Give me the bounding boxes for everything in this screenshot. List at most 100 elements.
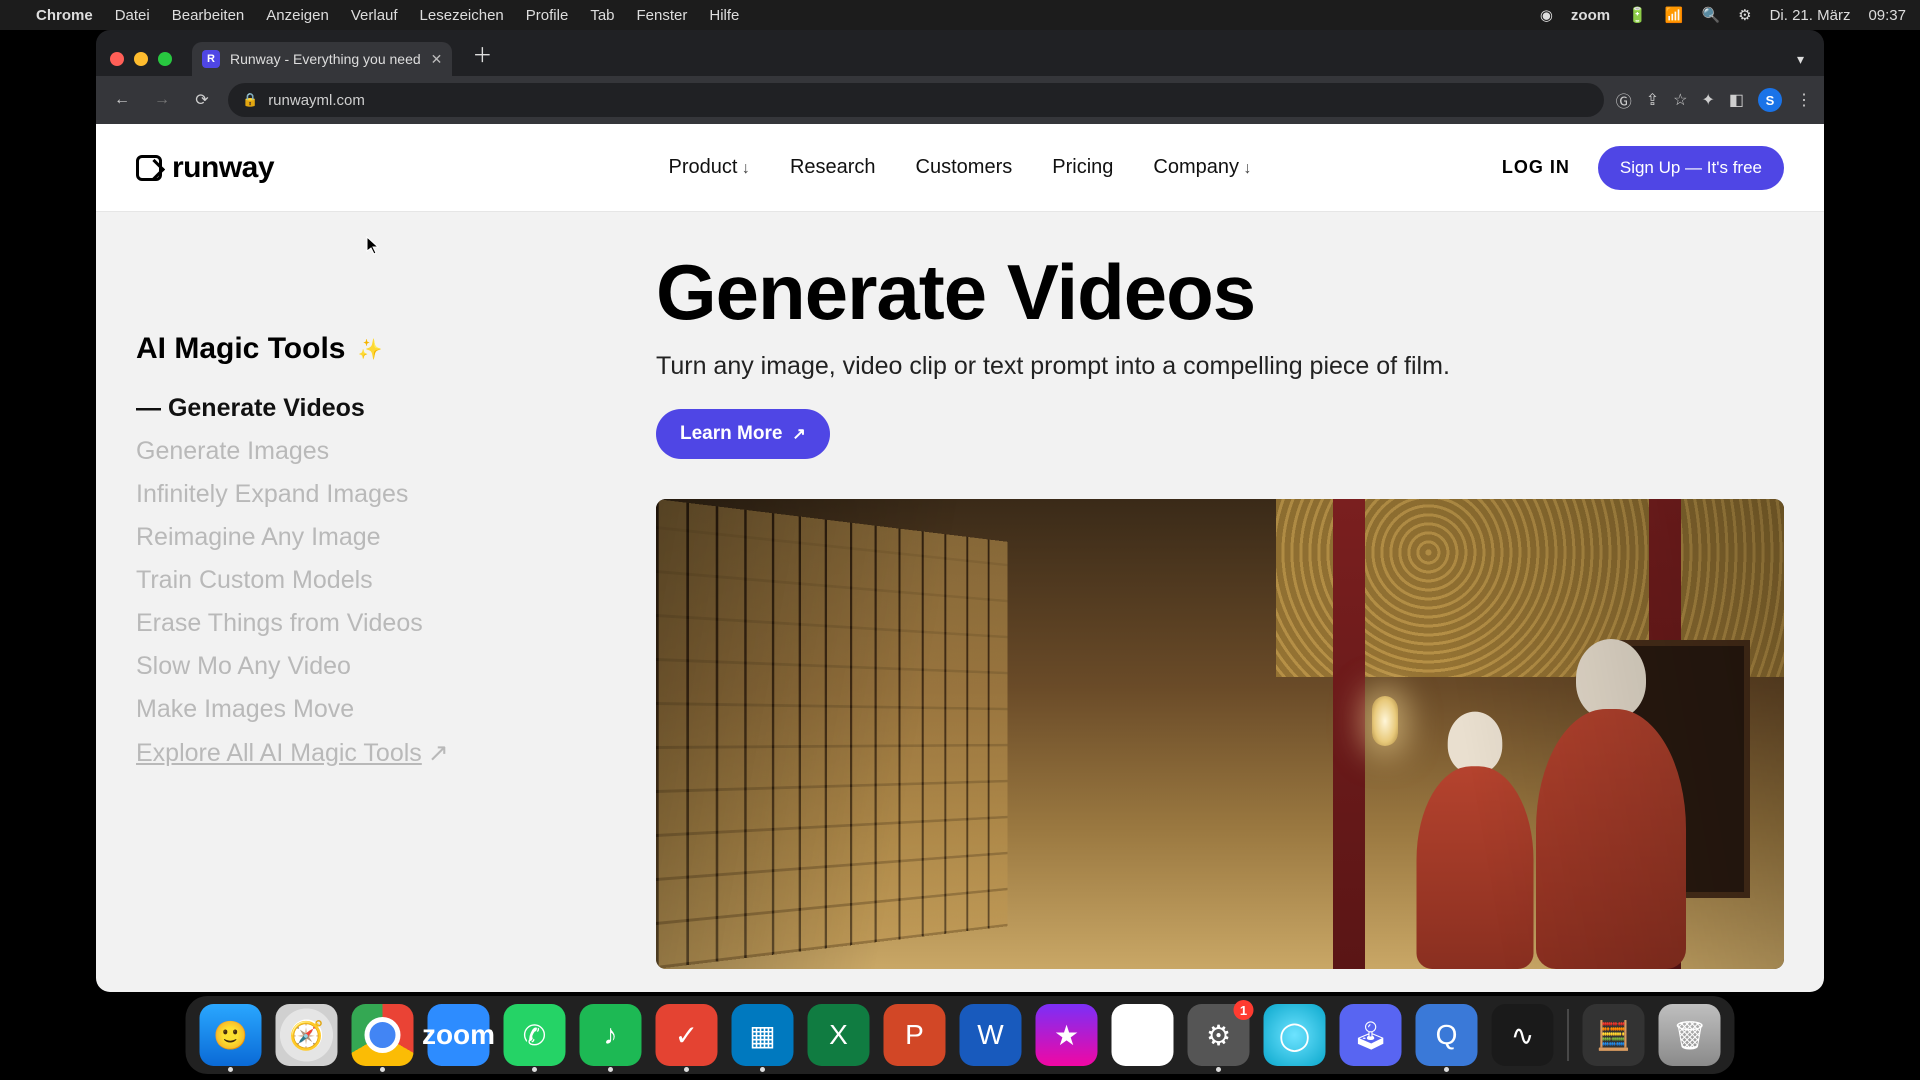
brand-name: runway bbox=[172, 151, 274, 185]
menubar-record-icon[interactable]: ◉ bbox=[1540, 6, 1553, 24]
dock-app-generic[interactable]: ◯ bbox=[1264, 1004, 1326, 1066]
login-link[interactable]: LOG IN bbox=[1502, 157, 1570, 178]
kebab-menu-icon[interactable]: ⋮ bbox=[1796, 90, 1812, 110]
dock-discord[interactable]: 🕹 bbox=[1340, 1004, 1402, 1066]
chrome-window: R Runway - Everything you need ✕ ＋ ▾ ← →… bbox=[96, 30, 1824, 992]
tab-close-button[interactable]: ✕ bbox=[431, 51, 443, 68]
magic-wand-icon: ✨ bbox=[357, 337, 382, 362]
page-viewport: runway Product Research Customers Pricin… bbox=[96, 124, 1824, 992]
dock-zoom[interactable]: zoom bbox=[428, 1004, 490, 1066]
dock-system-settings[interactable]: ⚙︎1 bbox=[1188, 1004, 1250, 1066]
sidebar-heading-text: AI Magic Tools bbox=[136, 332, 345, 366]
tool-slowmo[interactable]: Slow Mo Any Video bbox=[136, 652, 596, 681]
tool-erase-from-videos[interactable]: Erase Things from Videos bbox=[136, 609, 596, 638]
hero-title: Generate Videos bbox=[656, 252, 1784, 334]
google-account-icon[interactable]: Ⓖ bbox=[1616, 88, 1632, 112]
address-bar[interactable]: 🔒 runwayml.com bbox=[228, 83, 1604, 117]
menubar-battery-icon[interactable]: 🔋 bbox=[1628, 6, 1647, 24]
menu-profile[interactable]: Profile bbox=[526, 7, 569, 24]
arrow-up-right-icon: ↗ bbox=[428, 738, 449, 768]
mac-menubar: Chrome Datei Bearbeiten Anzeigen Verlauf… bbox=[0, 0, 1920, 30]
menu-tab[interactable]: Tab bbox=[590, 7, 614, 24]
settings-badge: 1 bbox=[1234, 1000, 1254, 1020]
nav-company[interactable]: Company bbox=[1153, 156, 1251, 179]
nav-product[interactable]: Product bbox=[669, 156, 750, 179]
dock-imovie[interactable]: ★ bbox=[1036, 1004, 1098, 1066]
tool-reimagine-image[interactable]: Reimagine Any Image bbox=[136, 523, 596, 552]
window-maximize-button[interactable] bbox=[158, 52, 172, 66]
tools-sidebar: AI Magic Tools ✨ Generate Videos Generat… bbox=[136, 252, 596, 992]
dock-safari[interactable]: 🧭 bbox=[276, 1004, 338, 1066]
hero-video-preview[interactable] bbox=[656, 499, 1784, 969]
tab-overflow-button[interactable]: ▾ bbox=[1787, 51, 1814, 76]
preview-shade bbox=[656, 499, 1784, 969]
tool-explore-all[interactable]: Explore All AI Magic Tools↗ bbox=[136, 738, 596, 768]
menu-fenster[interactable]: Fenster bbox=[637, 7, 688, 24]
share-icon[interactable]: ⇪ bbox=[1646, 90, 1659, 110]
tool-generate-images[interactable]: Generate Images bbox=[136, 437, 596, 466]
dock-whatsapp[interactable]: ✆ bbox=[504, 1004, 566, 1066]
dock-todoist[interactable]: ✓ bbox=[656, 1004, 718, 1066]
dock-voice-memos[interactable]: ∿ bbox=[1492, 1004, 1554, 1066]
menu-datei[interactable]: Datei bbox=[115, 7, 150, 24]
hero-subtitle: Turn any image, video clip or text promp… bbox=[656, 352, 1784, 381]
tool-train-models[interactable]: Train Custom Models bbox=[136, 566, 596, 595]
dock-word[interactable]: W bbox=[960, 1004, 1022, 1066]
dock-trello[interactable]: ▦ bbox=[732, 1004, 794, 1066]
menubar-search-icon[interactable]: 🔍 bbox=[1701, 6, 1720, 24]
back-button[interactable]: ← bbox=[108, 86, 136, 114]
window-minimize-button[interactable] bbox=[134, 52, 148, 66]
dock-excel[interactable]: X bbox=[808, 1004, 870, 1066]
profile-avatar[interactable]: S bbox=[1758, 88, 1782, 112]
tool-generate-videos[interactable]: Generate Videos bbox=[136, 394, 596, 423]
signup-button[interactable]: Sign Up — It's free bbox=[1598, 146, 1784, 190]
browser-toolbar: ← → ⟳ 🔒 runwayml.com Ⓖ ⇪ ☆ ✦ ◧ S ⋮ bbox=[96, 76, 1824, 124]
dock-powerpoint[interactable]: P bbox=[884, 1004, 946, 1066]
window-close-button[interactable] bbox=[110, 52, 124, 66]
dock-calculator[interactable]: 🧮 bbox=[1583, 1004, 1645, 1066]
menubar-wifi-icon[interactable]: 📶 bbox=[1665, 6, 1684, 24]
dock-google-drive[interactable]: ▲ bbox=[1112, 1004, 1174, 1066]
menubar-control-center-icon[interactable]: ⚙︎ bbox=[1738, 6, 1751, 24]
menu-verlauf[interactable]: Verlauf bbox=[351, 7, 398, 24]
nav-research[interactable]: Research bbox=[790, 156, 876, 179]
sidebar-heading: AI Magic Tools ✨ bbox=[136, 332, 596, 366]
main-content: Generate Videos Turn any image, video cl… bbox=[656, 252, 1784, 992]
extensions-icon[interactable]: ✦ bbox=[1701, 90, 1714, 110]
menu-lesezeichen[interactable]: Lesezeichen bbox=[420, 7, 504, 24]
bookmark-star-icon[interactable]: ☆ bbox=[1673, 90, 1687, 110]
brand-mark-icon bbox=[136, 155, 162, 181]
nav-pricing[interactable]: Pricing bbox=[1052, 156, 1113, 179]
reload-button[interactable]: ⟳ bbox=[188, 86, 216, 114]
learn-more-button[interactable]: Learn More ↗ bbox=[656, 409, 830, 459]
brand-logo[interactable]: runway bbox=[136, 151, 274, 185]
tool-images-move[interactable]: Make Images Move bbox=[136, 695, 596, 724]
menu-bearbeiten[interactable]: Bearbeiten bbox=[172, 7, 245, 24]
nav-customers[interactable]: Customers bbox=[916, 156, 1013, 179]
menubar-zoom[interactable]: zoom bbox=[1571, 7, 1610, 24]
dock-chrome[interactable] bbox=[352, 1004, 414, 1066]
dock-separator bbox=[1568, 1009, 1569, 1061]
browser-tab[interactable]: R Runway - Everything you need ✕ bbox=[192, 42, 452, 76]
site-header: runway Product Research Customers Pricin… bbox=[96, 124, 1824, 212]
tab-title: Runway - Everything you need bbox=[230, 51, 421, 67]
url-text: runwayml.com bbox=[268, 92, 365, 109]
dock-finder[interactable]: 🙂 bbox=[200, 1004, 262, 1066]
window-controls bbox=[106, 52, 182, 76]
new-tab-button[interactable]: ＋ bbox=[462, 39, 502, 76]
primary-nav: Product Research Customers Pricing Compa… bbox=[669, 156, 1252, 179]
menubar-date[interactable]: Di. 21. März bbox=[1770, 7, 1851, 24]
tool-expand-images[interactable]: Infinitely Expand Images bbox=[136, 480, 596, 509]
menu-anzeigen[interactable]: Anzeigen bbox=[266, 7, 329, 24]
dock-trash[interactable]: 🗑 bbox=[1659, 1004, 1721, 1066]
sidepanel-icon[interactable]: ◧ bbox=[1729, 90, 1744, 110]
dock-spotify[interactable]: ♪ bbox=[580, 1004, 642, 1066]
forward-button[interactable]: → bbox=[148, 86, 176, 114]
tool-explore-all-label: Explore All AI Magic Tools bbox=[136, 739, 422, 767]
menu-hilfe[interactable]: Hilfe bbox=[709, 7, 739, 24]
menubar-time[interactable]: 09:37 bbox=[1868, 7, 1906, 24]
learn-more-label: Learn More bbox=[680, 423, 782, 445]
dock-quicktime[interactable]: Q bbox=[1416, 1004, 1478, 1066]
menubar-app[interactable]: Chrome bbox=[36, 7, 93, 24]
tabstrip: R Runway - Everything you need ✕ ＋ ▾ bbox=[96, 30, 1824, 76]
